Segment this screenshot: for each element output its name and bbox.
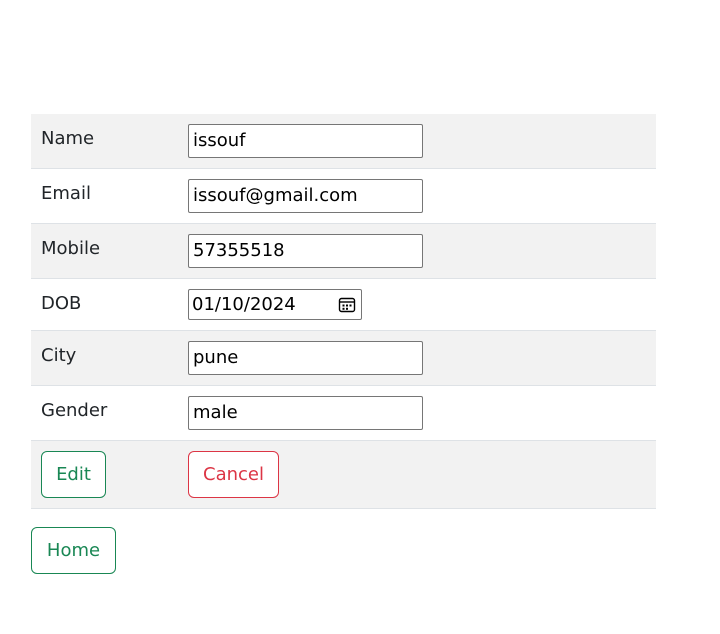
form-row-mobile: Mobile 57355518	[31, 223, 656, 279]
name-input[interactable]: issouf	[188, 124, 423, 158]
home-button[interactable]: Home	[31, 527, 116, 574]
form-row-dob: DOB 01/10/2024	[31, 278, 656, 331]
email-label: Email	[41, 183, 91, 204]
form-row-gender: Gender male	[31, 385, 656, 441]
form-row-name: Name issouf	[31, 114, 656, 169]
gender-label: Gender	[41, 400, 108, 421]
dob-value: 01/10/2024	[192, 294, 296, 315]
edit-button[interactable]: Edit	[41, 451, 106, 498]
form-row-city: City pune	[31, 330, 656, 386]
name-label: Name	[41, 128, 95, 149]
form-row-actions: Edit Cancel	[31, 440, 656, 509]
city-label: City	[41, 345, 77, 366]
profile-form-table: Name issouf Email issouf@gmail.com Mobil…	[31, 114, 656, 509]
gender-input[interactable]: male	[188, 396, 423, 430]
city-input[interactable]: pune	[188, 341, 423, 375]
dob-date-input[interactable]: 01/10/2024	[188, 289, 362, 320]
calendar-icon[interactable]	[338, 296, 356, 314]
form-row-email: Email issouf@gmail.com	[31, 168, 656, 224]
mobile-input[interactable]: 57355518	[188, 234, 423, 268]
cancel-button[interactable]: Cancel	[188, 451, 279, 498]
dob-label: DOB	[41, 293, 82, 314]
email-input[interactable]: issouf@gmail.com	[188, 179, 423, 213]
mobile-label: Mobile	[41, 238, 101, 259]
